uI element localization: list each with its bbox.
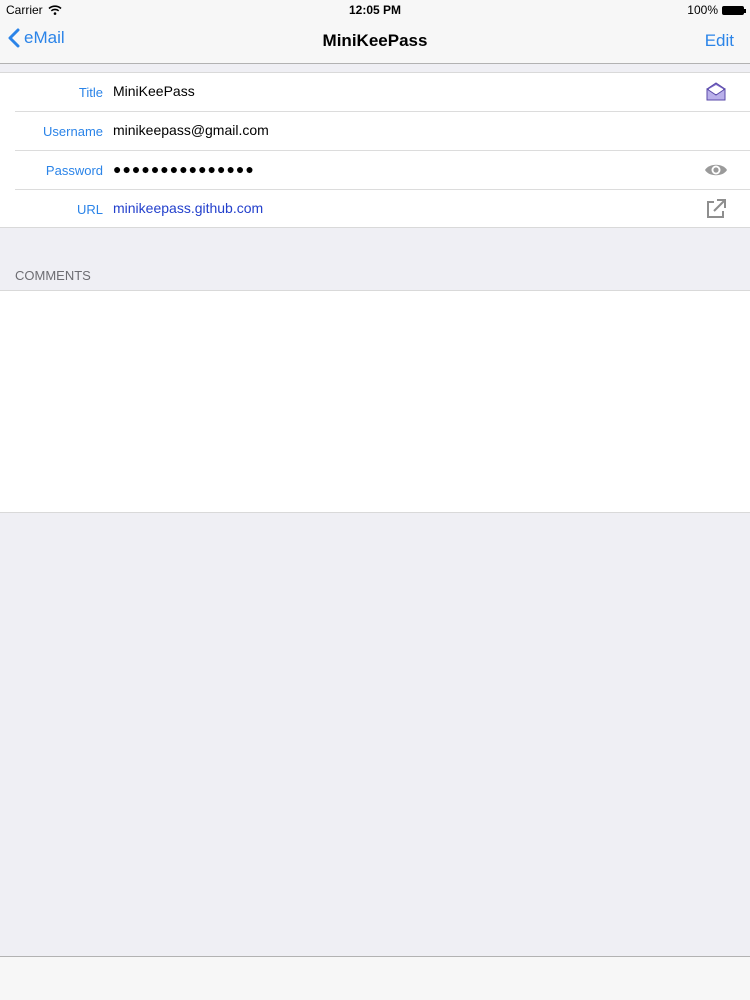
eye-icon[interactable] bbox=[704, 158, 728, 182]
battery-indicator: 100% bbox=[687, 3, 746, 17]
username-value[interactable]: minikeepass@gmail.com bbox=[113, 122, 269, 138]
password-row[interactable]: Password ●●●●●●●●●●●●●●● bbox=[0, 151, 750, 190]
url-value[interactable]: minikeepass.github.com bbox=[113, 200, 263, 216]
title-value[interactable]: MiniKeePass bbox=[113, 83, 195, 99]
username-label: Username bbox=[43, 124, 103, 139]
title-row[interactable]: Title MiniKeePass bbox=[0, 73, 750, 112]
external-link-icon[interactable] bbox=[704, 197, 728, 221]
url-label: URL bbox=[76, 202, 103, 217]
password-label: Password bbox=[45, 163, 103, 178]
entry-fields: Title MiniKeePass Username minikeepass@g… bbox=[0, 72, 750, 228]
battery-percent: 100% bbox=[687, 3, 718, 17]
page-title: MiniKeePass bbox=[322, 31, 428, 50]
title-label: Title bbox=[78, 85, 103, 100]
battery-icon bbox=[722, 5, 746, 15]
comments-text-area[interactable] bbox=[0, 290, 750, 513]
password-value[interactable]: ●●●●●●●●●●●●●●● bbox=[113, 161, 255, 177]
navigation-bar: eMail MiniKeePass Edit bbox=[0, 20, 750, 64]
username-row[interactable]: Username minikeepass@gmail.com bbox=[0, 112, 750, 151]
bottom-toolbar bbox=[0, 956, 750, 1000]
comments-header: COMMENTS bbox=[15, 268, 91, 283]
status-bar: Carrier 12:05 PM 100% bbox=[0, 0, 750, 20]
url-row[interactable]: URL minikeepass.github.com bbox=[0, 190, 750, 229]
clock: 12:05 PM bbox=[348, 3, 402, 17]
envelope-icon[interactable] bbox=[704, 80, 728, 104]
edit-button[interactable]: Edit bbox=[705, 31, 734, 51]
